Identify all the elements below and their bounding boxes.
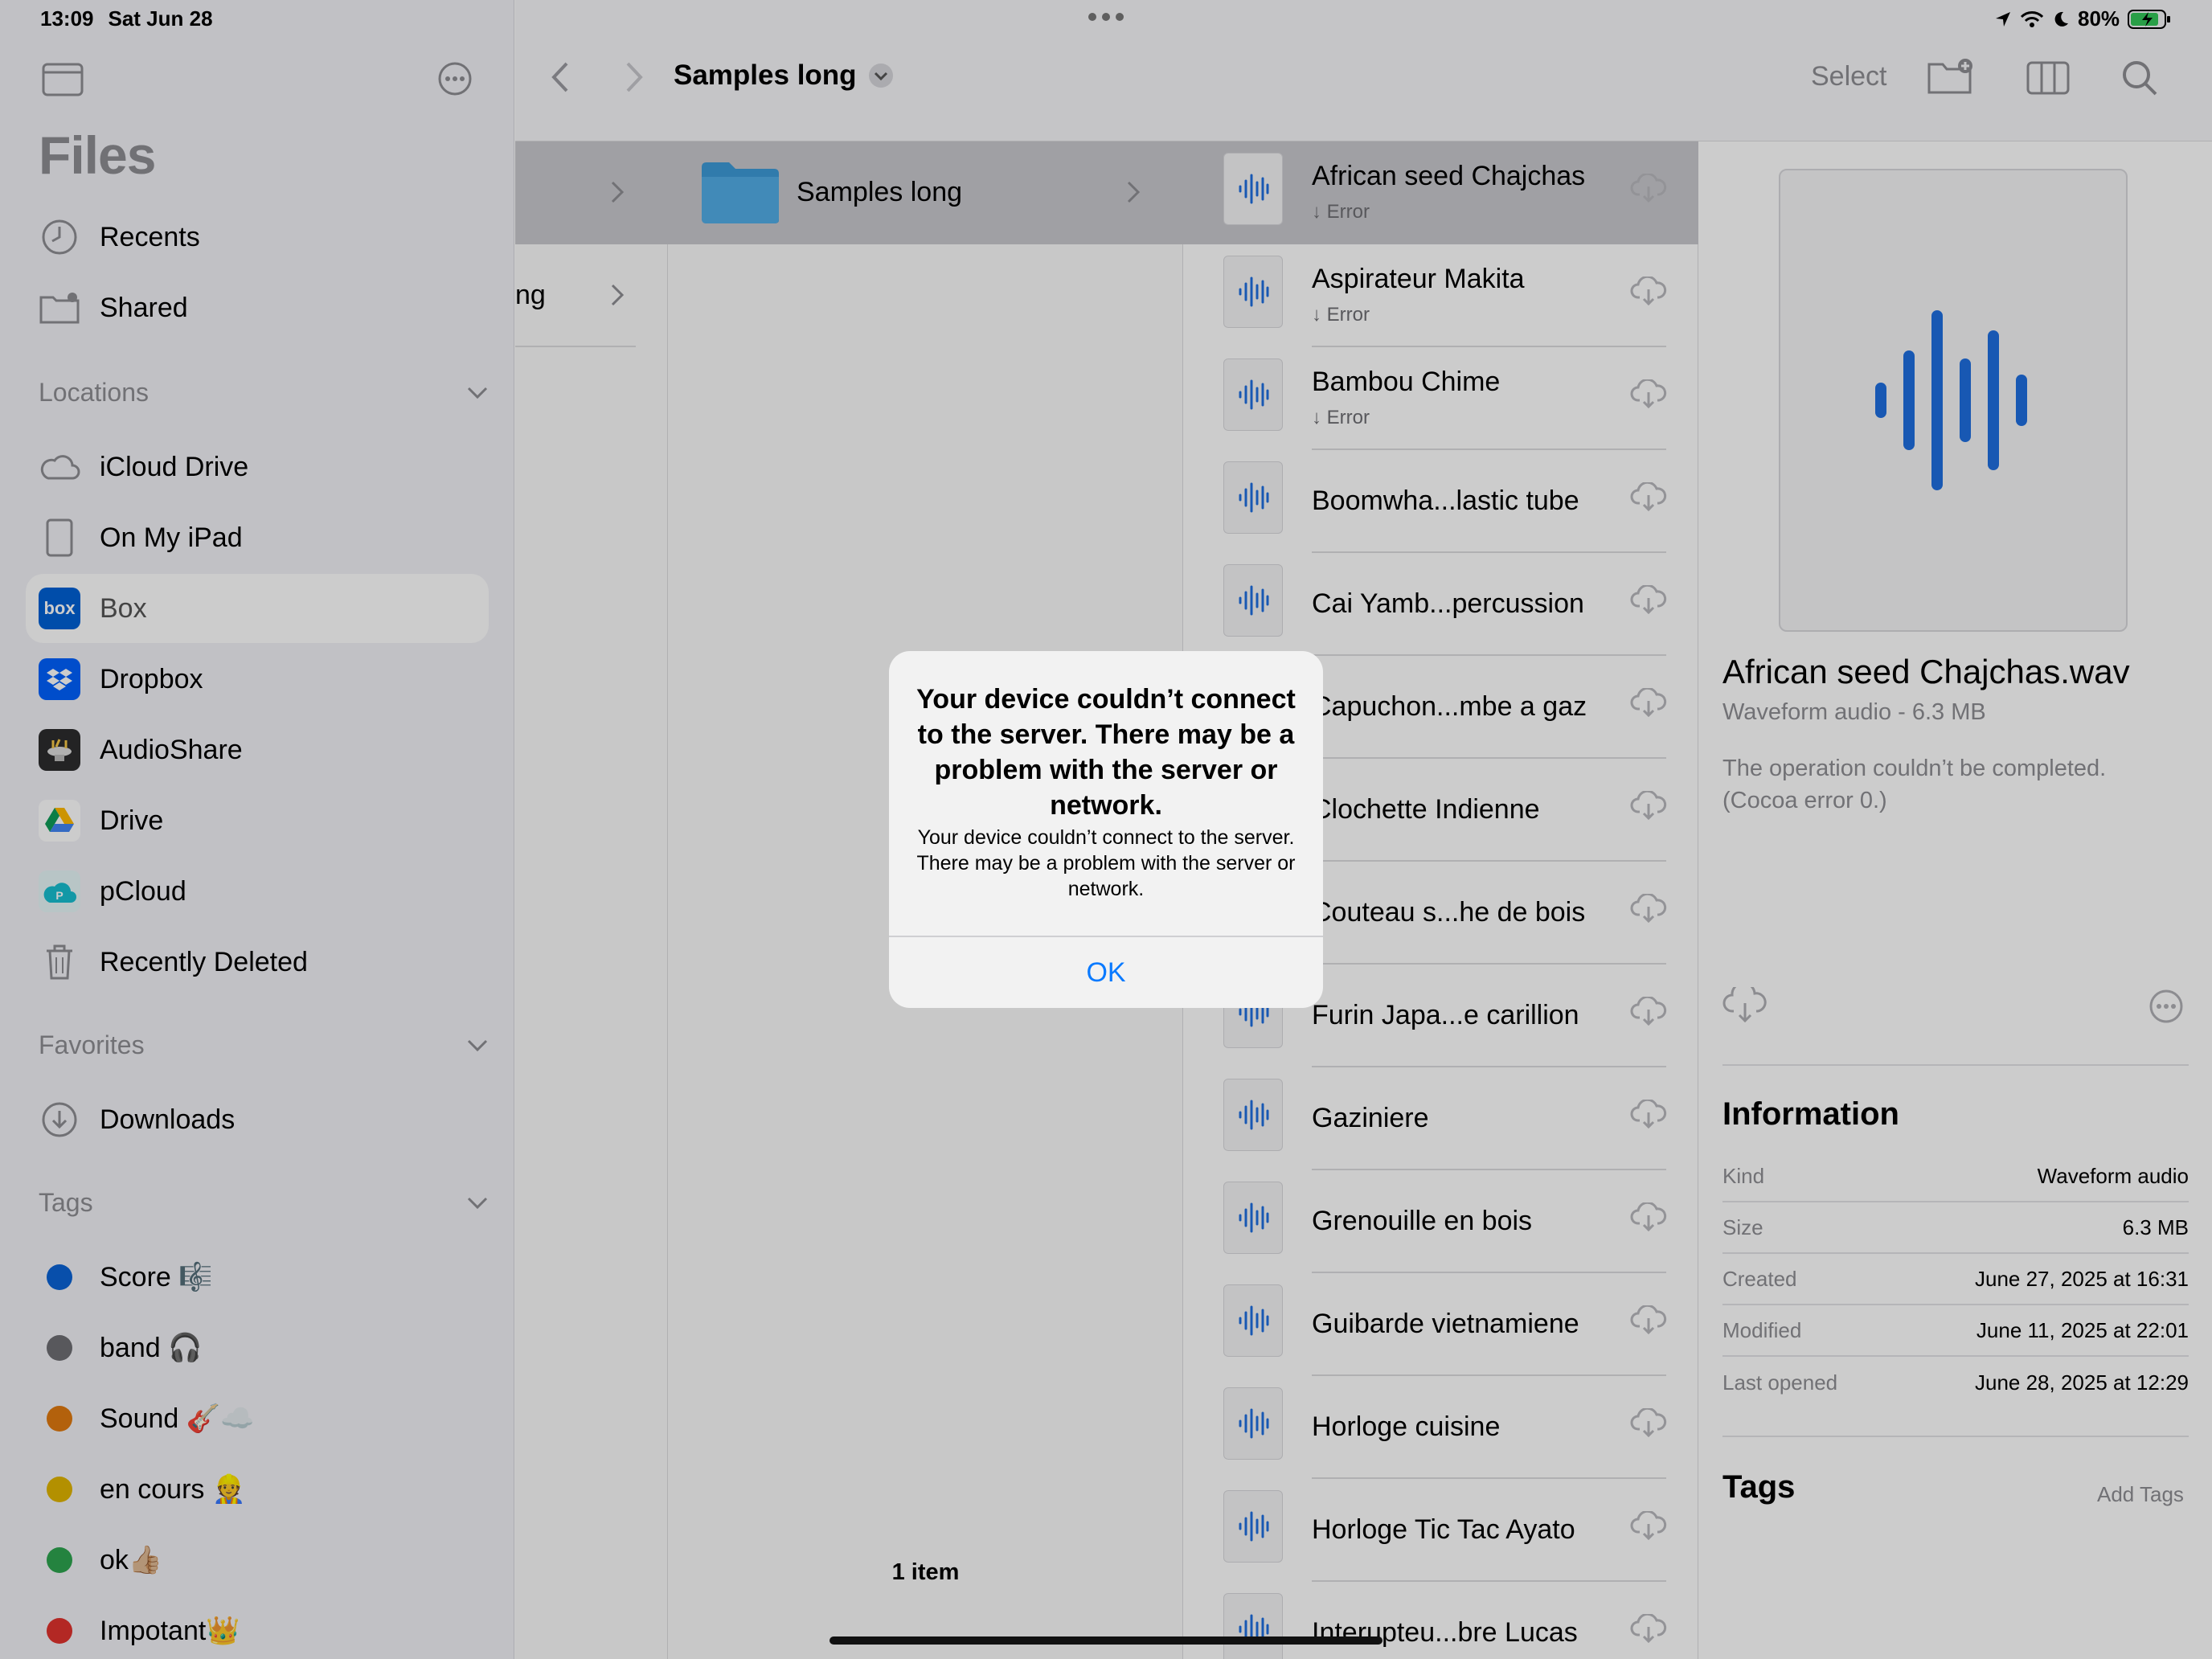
error-alert-dialog: Your device couldn’t connect to the serv… <box>889 651 1323 1008</box>
alert-ok-button[interactable]: OK <box>889 937 1323 1008</box>
home-indicator[interactable] <box>830 1636 1382 1645</box>
alert-message: Your device couldn’t connect to the serv… <box>916 826 1296 900</box>
alert-title: Your device couldn’t connect to the serv… <box>916 684 1296 821</box>
